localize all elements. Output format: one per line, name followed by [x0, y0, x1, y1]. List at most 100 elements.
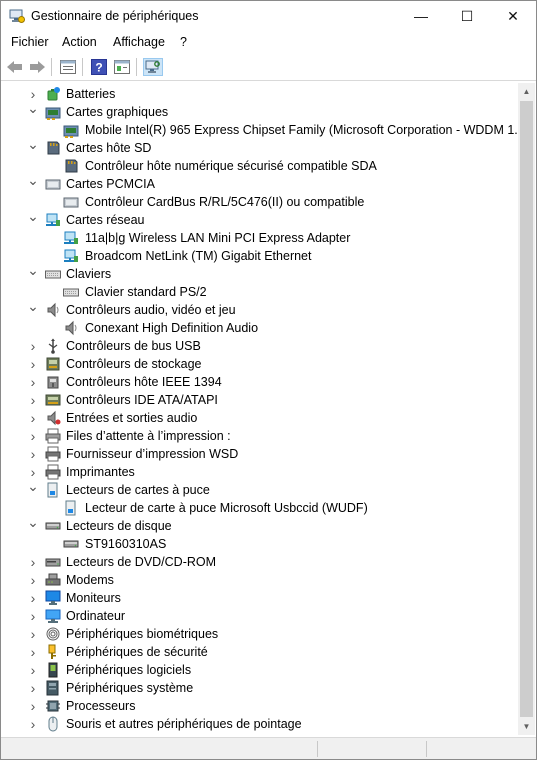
tree-category[interactable]: ⌄ Cartes hôte SD — [5, 136, 518, 157]
chevron-right-icon[interactable]: › — [25, 589, 41, 607]
chevron-down-icon[interactable]: ⌄ — [25, 513, 41, 531]
chevron-right-icon[interactable]: › — [25, 643, 41, 661]
security-device-icon — [48, 644, 56, 659]
maximize-button[interactable]: ☐ — [444, 1, 490, 31]
tree-device[interactable]: Mobile Intel(R) 965 Express Chipset Fami… — [5, 121, 518, 139]
chevron-right-icon[interactable]: › — [25, 607, 41, 625]
tree-device[interactable]: Contrôleur CardBus R/RL/5C476(II) ou com… — [5, 193, 518, 211]
properties-icon — [60, 60, 76, 74]
chevron-right-icon[interactable]: › — [25, 625, 41, 643]
status-divider — [317, 741, 318, 757]
tree-device[interactable]: Lecteur de carte à puce Microsoft Usbcci… — [5, 499, 518, 517]
tree-device[interactable]: Broadcom NetLink (TM) Gigabit Ethernet — [5, 247, 518, 265]
tree-category[interactable]: › Ordinateur — [5, 607, 518, 625]
chevron-right-icon[interactable]: › — [25, 409, 41, 427]
chevron-right-icon[interactable]: › — [25, 427, 41, 445]
toolbar-separator — [82, 58, 83, 76]
back-arrow-icon — [7, 61, 22, 73]
keyboard-icon — [45, 270, 61, 279]
chevron-down-icon[interactable]: ⌄ — [25, 297, 41, 315]
speaker-icon — [65, 320, 77, 336]
help-button[interactable]: ? — [89, 58, 109, 76]
forward-button[interactable] — [27, 58, 47, 76]
title-bar[interactable]: Gestionnaire de périphériques — ☐ ✕ — [1, 1, 536, 31]
tree-category[interactable]: ⌄ Contrôleurs audio, vidéo et jeu — [5, 298, 518, 319]
tree-device[interactable]: Conexant High Definition Audio — [5, 319, 518, 337]
chevron-right-icon[interactable]: › — [25, 391, 41, 409]
tree-device[interactable]: 11a|b|g Wireless LAN Mini PCI Express Ad… — [5, 229, 518, 247]
close-button[interactable]: ✕ — [490, 1, 536, 31]
tree-category[interactable]: › Imprimantes — [5, 463, 518, 481]
tree-category[interactable]: › Contrôleurs de stockage — [5, 355, 518, 373]
tree-category[interactable]: ⌄ Cartes graphiques — [5, 100, 518, 121]
update-driver-button[interactable] — [112, 58, 132, 76]
minimize-button[interactable]: — — [398, 1, 444, 31]
tree-category[interactable]: › Contrôleurs IDE ATA/ATAPI — [5, 391, 518, 409]
chevron-right-icon[interactable]: › — [25, 661, 41, 679]
scan-hardware-button[interactable] — [143, 58, 163, 76]
tree-category[interactable]: › Batteries — [5, 85, 518, 103]
menu-fichier[interactable]: Fichier — [11, 35, 49, 49]
tree-item-label: Périphériques logiciels — [66, 663, 192, 677]
ieee1394-icon — [47, 376, 59, 389]
scan-hardware-icon — [145, 60, 160, 73]
tree-item-label: Moniteurs — [66, 591, 121, 605]
pcmcia-icon — [63, 197, 79, 208]
chevron-down-icon[interactable]: ⌄ — [25, 261, 41, 279]
tree-category[interactable]: › Moniteurs — [5, 589, 518, 607]
menu-help[interactable]: ? — [180, 35, 187, 49]
tree-device[interactable]: ST9160310AS — [5, 535, 518, 553]
tree-category[interactable]: › Fournisseur d’impression WSD — [5, 445, 518, 463]
chevron-right-icon[interactable]: › — [25, 715, 41, 733]
tree-category[interactable]: › Périphériques de sécurité — [5, 643, 518, 661]
tree-category[interactable]: › Contrôleurs hôte IEEE 1394 — [5, 373, 518, 391]
mouse-icon — [48, 716, 58, 732]
tree-category[interactable]: › Périphériques logiciels — [5, 661, 518, 679]
sd-host-icon — [65, 159, 78, 173]
tree-category[interactable]: ⌄ Lecteurs de cartes à puce — [5, 478, 518, 499]
scroll-up-button[interactable]: ▲ — [518, 83, 535, 100]
tree-category[interactable]: › Entrées et sorties audio — [5, 409, 518, 427]
chevron-right-icon[interactable]: › — [25, 445, 41, 463]
menu-action[interactable]: Action — [62, 35, 97, 49]
tree-category[interactable]: › Périphériques système — [5, 679, 518, 697]
tree-category[interactable]: › Processeurs — [5, 697, 518, 715]
chevron-right-icon[interactable]: › — [25, 373, 41, 391]
back-button[interactable] — [5, 58, 25, 76]
toolbar-separator — [51, 58, 52, 76]
chevron-right-icon[interactable]: › — [25, 679, 41, 697]
tree-category[interactable]: › Souris et autres périphériques de point… — [5, 715, 518, 733]
chevron-down-icon[interactable]: ⌄ — [25, 135, 41, 153]
chevron-down-icon[interactable]: ⌄ — [25, 477, 41, 495]
scroll-down-button[interactable]: ▼ — [518, 718, 535, 735]
tree-category[interactable]: ⌄ Cartes réseau — [5, 208, 518, 229]
chevron-down-icon[interactable]: ⌄ — [25, 99, 41, 117]
tree-category[interactable]: ⌄ Lecteurs de disque — [5, 514, 518, 535]
tree-category[interactable]: ⌄ Cartes PCMCIA — [5, 172, 518, 193]
chevron-right-icon[interactable]: › — [25, 697, 41, 715]
tree-category[interactable]: › Modems — [5, 571, 518, 589]
tree-category[interactable]: › Lecteurs de DVD/CD-ROM — [5, 553, 518, 571]
chevron-right-icon[interactable]: › — [25, 337, 41, 355]
tree-category[interactable]: › Files d’attente à l’impression : — [5, 427, 518, 445]
audio-io-icon — [47, 410, 61, 426]
chevron-down-icon: ▼ — [522, 722, 531, 731]
menu-affichage[interactable]: Affichage — [113, 35, 165, 49]
tree-item-label: Contrôleurs de bus USB — [66, 339, 201, 353]
tree-device[interactable]: Clavier standard PS/2 — [5, 283, 518, 301]
window-title: Gestionnaire de périphériques — [31, 9, 199, 23]
tree-category[interactable]: › Contrôleurs de bus USB — [5, 337, 518, 355]
chevron-down-icon[interactable]: ⌄ — [25, 207, 41, 225]
scrollbar-thumb[interactable] — [520, 101, 533, 717]
chevron-right-icon[interactable]: › — [25, 355, 41, 373]
tree-device[interactable]: Contrôleur hôte numérique sécurisé compa… — [5, 157, 518, 175]
properties-button[interactable] — [58, 58, 78, 76]
chevron-right-icon[interactable]: › — [25, 553, 41, 571]
tree-category[interactable]: › Périphériques biométriques — [5, 625, 518, 643]
chevron-down-icon[interactable]: ⌄ — [25, 171, 41, 189]
vertical-scrollbar[interactable]: ▲ ▼ — [518, 83, 535, 735]
tree-category[interactable]: ⌄ Claviers — [5, 262, 518, 283]
chevron-right-icon[interactable]: › — [25, 571, 41, 589]
device-tree[interactable]: › Batteries ⌄ Cartes graphiques Mobile Intel… — [5, 83, 518, 735]
usb-icon — [48, 338, 58, 354]
